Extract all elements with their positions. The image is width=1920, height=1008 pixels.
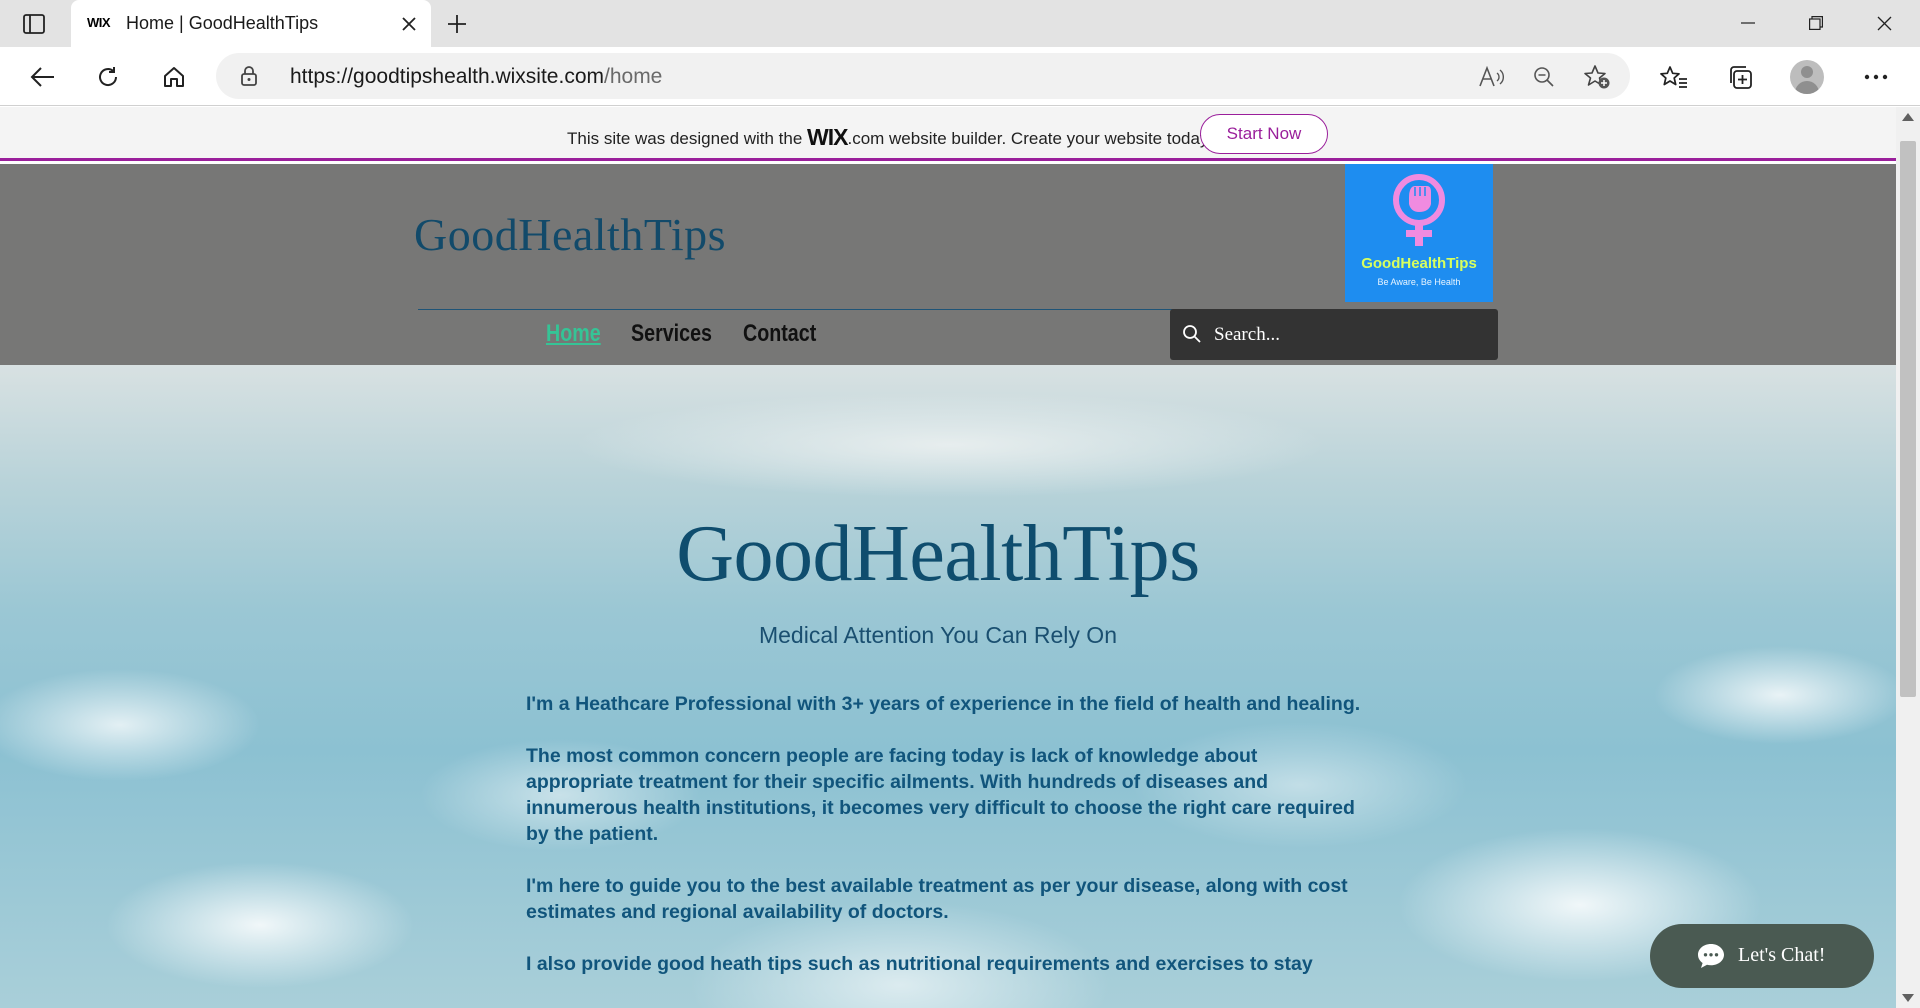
hero-section: GoodHealthTips Medical Attention You Can… bbox=[0, 365, 1896, 1008]
more-dots-icon bbox=[1864, 74, 1888, 80]
search-input[interactable] bbox=[1214, 322, 1484, 348]
page-scrollbar[interactable] bbox=[1896, 107, 1920, 1008]
hero-paragraph: I'm a Heathcare Professional with 3+ yea… bbox=[526, 693, 1361, 715]
browser-toolbar: https://goodtipshealth.wixsite.com/home bbox=[0, 47, 1920, 106]
wix-promo-banner: This site was designed with the WIX.com … bbox=[0, 107, 1896, 161]
page-viewport: This site was designed with the WIX.com … bbox=[0, 107, 1896, 1008]
new-tab-button[interactable] bbox=[440, 10, 474, 38]
search-icon bbox=[1183, 325, 1201, 343]
refresh-icon bbox=[99, 67, 118, 86]
wix-promo-message: This site was designed with the WIX.com … bbox=[567, 124, 1212, 151]
scrollbar-thumb[interactable] bbox=[1900, 141, 1916, 697]
collections-icon bbox=[1730, 66, 1752, 89]
wix-promo-text-end: .com website builder. Create your websit… bbox=[847, 129, 1212, 148]
wix-favicon-icon: WIX bbox=[87, 15, 111, 30]
tab-strip: WIX Home | GoodHealthTips bbox=[0, 0, 1920, 48]
logo-tagline: Be Aware, Be Health bbox=[1377, 277, 1461, 287]
lock-icon[interactable] bbox=[238, 65, 260, 87]
browser-tab[interactable]: WIX Home | GoodHealthTips bbox=[71, 0, 431, 48]
read-aloud-button[interactable] bbox=[1476, 62, 1506, 92]
lets-chat-button[interactable]: Let's Chat! bbox=[1650, 924, 1874, 988]
wix-logo: WIX bbox=[807, 124, 848, 150]
star-add-icon bbox=[1584, 65, 1610, 89]
hero-subtitle: Medical Attention You Can Rely On bbox=[758, 622, 1117, 648]
home-button[interactable] bbox=[154, 57, 194, 97]
collections-button[interactable] bbox=[1720, 57, 1760, 97]
address-bar[interactable]: https://goodtipshealth.wixsite.com/home bbox=[216, 53, 1630, 99]
favorites-button[interactable] bbox=[1654, 57, 1694, 97]
hero-paragraph: I also provide good heath tips such as n… bbox=[526, 953, 1313, 975]
hero-title: GoodHealthTips bbox=[676, 510, 1200, 598]
nav-contact[interactable]: Contact bbox=[743, 320, 816, 348]
url-host: https://goodtipshealth.wixsite.com bbox=[290, 65, 604, 88]
wix-promo-text-start: This site was designed with the bbox=[567, 129, 808, 148]
add-favorite-button[interactable] bbox=[1582, 62, 1612, 92]
close-tab-button[interactable] bbox=[397, 12, 421, 36]
url-text[interactable]: https://goodtipshealth.wixsite.com/home bbox=[290, 65, 662, 89]
scroll-down-icon[interactable] bbox=[1902, 994, 1914, 1002]
hero-paragraph: I'm here to guide you to the best availa… bbox=[526, 875, 1348, 923]
restore-icon bbox=[1809, 16, 1823, 30]
nav-services[interactable]: Services bbox=[631, 320, 712, 348]
logo-name: GoodHealthTips bbox=[1361, 255, 1477, 272]
restore-button[interactable] bbox=[1782, 0, 1850, 46]
minimize-icon bbox=[1741, 22, 1755, 24]
site-header: GoodHealthTips GoodHealthTips Be Aware, … bbox=[0, 164, 1896, 365]
read-aloud-icon bbox=[1479, 66, 1504, 87]
female-fist-icon bbox=[1393, 174, 1445, 246]
close-icon bbox=[402, 17, 416, 31]
back-arrow-icon bbox=[30, 67, 54, 87]
favorites-icon bbox=[1660, 66, 1687, 88]
avatar bbox=[1790, 60, 1824, 94]
hero-paragraph: The most common concern people are facin… bbox=[526, 745, 1355, 845]
nav-home[interactable]: Home bbox=[546, 320, 601, 348]
site-search[interactable] bbox=[1170, 309, 1498, 360]
home-icon bbox=[164, 67, 184, 87]
tab-title: Home | GoodHealthTips bbox=[126, 13, 319, 33]
zoom-out-icon bbox=[1534, 67, 1554, 87]
plus-icon bbox=[448, 15, 466, 33]
close-window-icon bbox=[1877, 16, 1891, 30]
more-menu-button[interactable] bbox=[1856, 57, 1896, 97]
zoom-out-button[interactable] bbox=[1529, 62, 1559, 92]
url-path: /home bbox=[604, 65, 663, 88]
chat-bubble-icon bbox=[1698, 944, 1724, 968]
tab-actions-button[interactable] bbox=[14, 10, 54, 38]
close-window-button[interactable] bbox=[1850, 0, 1918, 46]
start-now-button[interactable]: Start Now bbox=[1200, 114, 1328, 154]
scroll-up-icon[interactable] bbox=[1902, 113, 1914, 121]
back-button[interactable] bbox=[22, 57, 62, 97]
minimize-button[interactable] bbox=[1714, 0, 1782, 46]
chat-label: Let's Chat! bbox=[1738, 944, 1826, 966]
site-brand-title[interactable]: GoodHealthTips bbox=[414, 208, 726, 261]
tab-actions-icon bbox=[23, 14, 45, 34]
hero-body: I'm a Heathcare Professional with 3+ yea… bbox=[526, 691, 1366, 1003]
profile-button[interactable] bbox=[1787, 57, 1827, 97]
refresh-button[interactable] bbox=[88, 57, 128, 97]
site-logo[interactable]: GoodHealthTips Be Aware, Be Health bbox=[1345, 164, 1493, 302]
